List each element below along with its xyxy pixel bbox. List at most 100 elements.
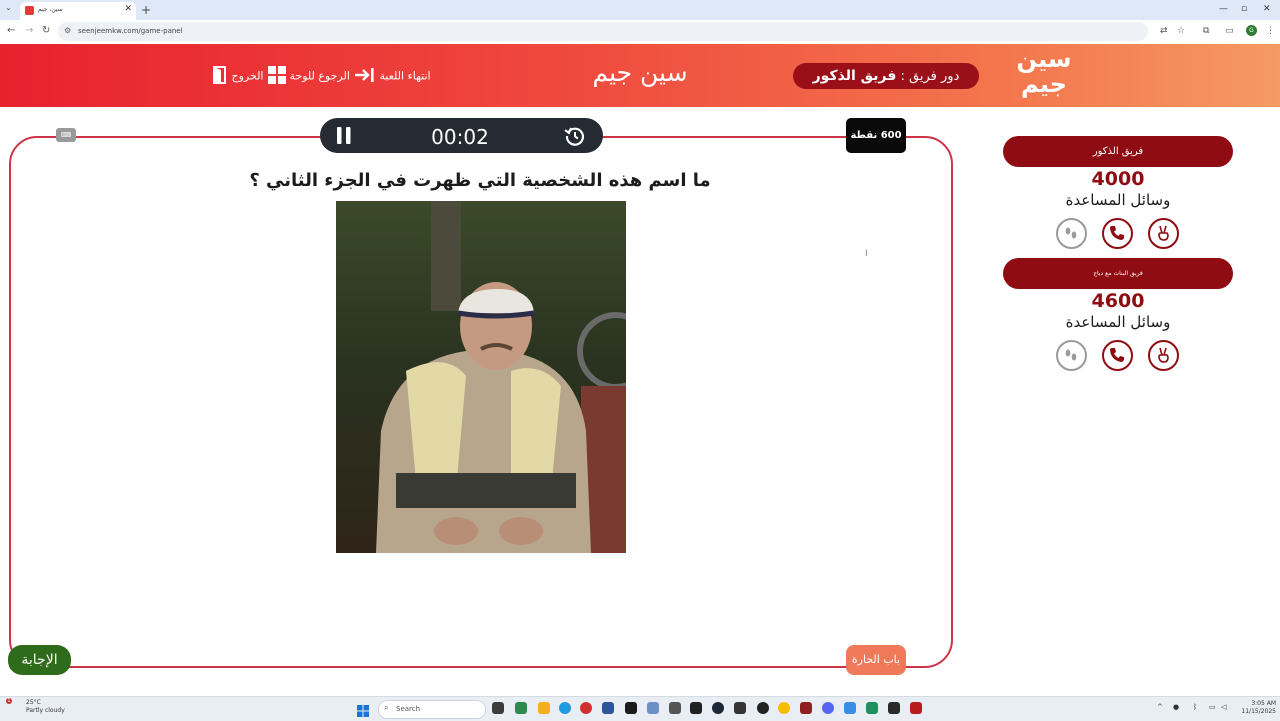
temperature: 25°C [26, 699, 41, 706]
weather-badge: 1 [6, 698, 12, 704]
team-2-footsteps-lifeline[interactable] [1056, 340, 1087, 371]
footsteps-icon [1065, 349, 1077, 361]
discord-icon[interactable] [822, 702, 834, 714]
door-exit-icon [212, 66, 228, 87]
reset-timer-icon[interactable] [564, 125, 586, 147]
taskbar-search[interactable]: ⌕ Search [378, 700, 486, 719]
pause-icon[interactable] [336, 127, 352, 144]
exit-button[interactable]: الخروج [212, 66, 264, 87]
team-1-hand-lifeline[interactable] [1148, 218, 1179, 249]
browser-tab[interactable]: سين، جيم ✕ [20, 2, 136, 20]
task-view-icon[interactable] [492, 702, 504, 714]
app-icon-7[interactable] [800, 702, 812, 714]
back-to-board-label: الرجوع للوحة [289, 69, 350, 83]
menu-dots-icon[interactable]: ⋮ [1266, 26, 1275, 36]
app-icon-4[interactable] [669, 702, 681, 714]
current-turn-badge: دور فريق : فريق الذكور [793, 63, 979, 89]
footsteps-icon [1065, 227, 1077, 239]
windows-taskbar: 1 25°C Partly cloudy ⌕ Search ^ ● ᛒ ▭ ◁ … [0, 696, 1280, 721]
tab-title: سين، جيم [38, 6, 63, 13]
clock-date: 11/15/2025 [1241, 708, 1276, 715]
app-icon-6[interactable] [757, 702, 769, 714]
sidebar-icon[interactable]: ▭ [1225, 26, 1234, 36]
app-icon-2[interactable] [625, 702, 637, 714]
victory-hand-icon [1158, 347, 1169, 363]
answer-button[interactable]: الإجابة [8, 645, 71, 675]
team-1-call-lifeline[interactable] [1102, 218, 1133, 249]
victory-hand-icon [1158, 225, 1169, 241]
team-2-call-lifeline[interactable] [1102, 340, 1133, 371]
team-1-footsteps-lifeline[interactable] [1056, 218, 1087, 249]
back-icon[interactable]: ← [7, 25, 15, 36]
weather-condition: Partly cloudy [26, 707, 65, 714]
system-clock[interactable]: 3:05 AM 11/15/2025 [1232, 700, 1276, 716]
points-badge: 600 نقطة [846, 118, 906, 153]
back-to-board-button[interactable]: الرجوع للوحة [268, 66, 350, 87]
clock-time: 3:05 AM [1251, 700, 1276, 707]
windows-start-icon[interactable] [357, 702, 369, 717]
logo-line-1: سين [1016, 45, 1072, 73]
file-explorer-icon[interactable] [538, 702, 550, 714]
capcut-icon[interactable] [690, 702, 702, 714]
game-header: سين جيم دور فريق : فريق الذكور سين جيم ا… [0, 44, 1280, 107]
app-icon-8[interactable] [844, 702, 856, 714]
keyboard-icon[interactable]: ⌨ [56, 128, 76, 142]
team-2-helps-label: وسائل المساعدة [1065, 313, 1171, 331]
app-icon-9[interactable] [866, 702, 878, 714]
question-image [336, 201, 626, 553]
bluetooth-icon[interactable]: ᛒ [1193, 703, 1197, 711]
end-game-label: انتهاء اللعبة [379, 69, 431, 83]
minimize-icon[interactable]: — [1219, 4, 1228, 14]
team-2-name: فريق البنات مع دياج [1003, 258, 1233, 289]
edge-icon[interactable] [559, 702, 571, 714]
phone-icon [1110, 348, 1124, 362]
close-tab-icon[interactable]: ✕ [124, 4, 132, 14]
widgets-icon[interactable] [515, 702, 527, 714]
site-logo[interactable]: سين جيم [1012, 47, 1076, 103]
search-placeholder: Search [396, 705, 421, 713]
team-1-name: فريق الذكور [1003, 136, 1233, 167]
network-icon[interactable]: ▭ [1209, 703, 1216, 711]
app-icon-3[interactable] [647, 702, 659, 714]
grid-icon [268, 66, 286, 87]
site-info-icon[interactable]: ⚙ [64, 26, 71, 35]
app-icon-5[interactable] [734, 702, 746, 714]
team-2-score: 4600 [1091, 290, 1145, 312]
forward-icon[interactable]: → [25, 25, 33, 36]
turn-team-name: فريق الذكور [812, 68, 897, 84]
app-icon-10[interactable] [910, 702, 922, 714]
timer-display: 00:02 [431, 125, 489, 149]
site-favicon-icon [25, 6, 34, 15]
chrome-icon[interactable] [778, 702, 790, 714]
volume-icon[interactable]: ◁ [1221, 703, 1226, 711]
address-bar[interactable]: ⚙ seenjeemkw.com/game-panel [58, 22, 1148, 41]
end-game-button[interactable]: انتهاء اللعبة [354, 66, 431, 87]
phone-icon [1110, 226, 1124, 240]
tray-overflow-icon[interactable]: ^ [1157, 703, 1163, 711]
end-game-icon [354, 66, 376, 87]
bookmark-star-icon[interactable]: ☆ [1177, 26, 1185, 36]
opera-icon[interactable] [580, 702, 592, 714]
question-text: ما اسم هذه الشخصية التي ظهرت في الجزء ال… [249, 170, 711, 191]
reload-icon[interactable]: ↻ [42, 25, 50, 36]
translate-icon[interactable]: ⇄ [1160, 26, 1168, 36]
url-text: seenjeemkw.com/game-panel [78, 27, 183, 35]
steam-icon[interactable] [712, 702, 724, 714]
app-icon[interactable] [602, 702, 614, 714]
terminal-icon[interactable] [888, 702, 900, 714]
browser-toolbar: ← → ↻ ⚙ seenjeemkw.com/game-panel ⇄ ☆ ⧉ … [0, 20, 1280, 45]
timer-bar: 00:02 [320, 118, 603, 153]
maximize-icon[interactable]: ▫ [1241, 4, 1247, 14]
microphone-icon[interactable]: ● [1173, 703, 1179, 711]
close-window-icon[interactable]: ✕ [1263, 4, 1271, 14]
team-1-helps-label: وسائل المساعدة [1065, 191, 1171, 209]
new-tab-button[interactable]: + [141, 3, 151, 17]
extensions-icon[interactable]: ⧉ [1203, 26, 1209, 36]
turn-prefix: دور فريق : [900, 69, 960, 84]
profile-avatar[interactable]: G [1246, 25, 1257, 36]
category-badge: باب الحارة [846, 645, 906, 675]
weather-widget[interactable]: 1 25°C Partly cloudy [6, 698, 65, 715]
team-2-hand-lifeline[interactable] [1148, 340, 1179, 371]
exit-label: الخروج [231, 69, 264, 83]
tab-search-icon[interactable]: ⌄ [5, 3, 12, 12]
